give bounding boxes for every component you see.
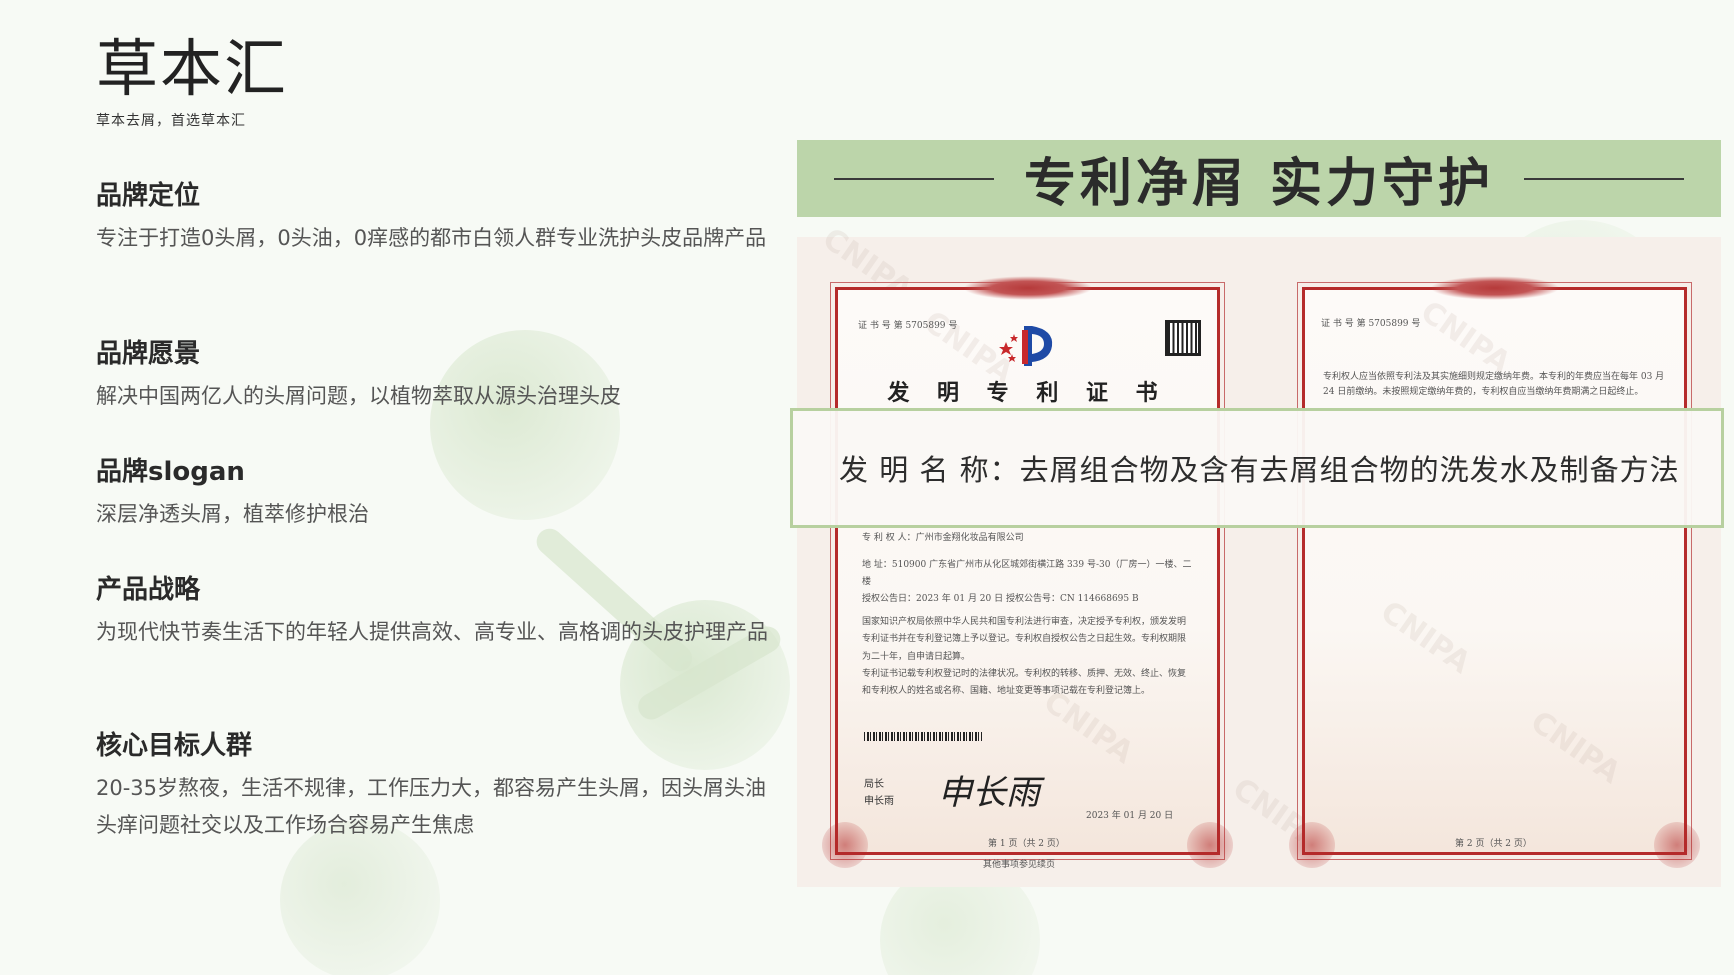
section-heading: 品牌定位 — [96, 181, 201, 211]
section-text: 20-35岁熬夜，生活不规律，工作压力大，都容易产生头屑，因头屑头油头痒问题社交… — [96, 775, 767, 837]
certificate-number: 证 书 号 第 5705899 号 — [1321, 319, 1421, 329]
watermark: CNIPA — [1524, 704, 1627, 791]
certificate-title: 发 明 专 利 证 书 — [887, 380, 1168, 406]
banner-title: 专利净屑 实力守护 — [1023, 154, 1495, 214]
section-text: 深层净透头屑，植萃修护根治 — [96, 501, 369, 526]
section-heading: 产品战略 — [96, 575, 201, 605]
certificate-page-2: CNIPA CNIPA CNIPA 证 书 号 第 5705899 号 专利权人… — [1289, 276, 1700, 868]
qr-code-icon — [1165, 320, 1201, 356]
ornament-top — [962, 276, 1093, 300]
section-product-strategy: 产品战略 为现代快节奏生活下的年轻人提供高效、高专业、高格调的头皮护理产品 — [96, 574, 776, 651]
watermark: CNIPA — [1414, 294, 1517, 381]
certificate-details: 专 利 权 人：广州市金翔化妆品有限公司 地 址：510900 广东省广州市从化… — [862, 530, 1193, 700]
cnipa-emblem-icon — [999, 326, 1053, 366]
page-note: 其他事项参见续页 — [983, 860, 1056, 870]
certificate-body: 国家知识产权局依照中华人民共和国专利法进行审查，决定授予专利权，颁发发明专利证书… — [862, 617, 1187, 662]
invention-name: 发 明 名 称：去屑组合物及含有去屑组合物的洗发水及制备方法 — [839, 453, 1680, 487]
patentee-address: 地 址：510900 广东省广州市从化区城郊街横江路 339 号-30（厂房一）… — [862, 560, 1192, 588]
section-heading: 核心目标人群 — [96, 731, 253, 761]
certificate-number: 证 书 号 第 5705899 号 — [858, 321, 958, 331]
section-text: 为现代快节奏生活下的年轻人提供高效、高专业、高格调的头皮护理产品 — [96, 619, 768, 644]
invention-name-callout: 发 明 名 称：去屑组合物及含有去屑组合物的洗发水及制备方法 — [790, 408, 1724, 528]
certificate-body: 专利证书记载专利权登记时的法律状况。专利权的转移、质押、无效、终止、恢复和专利权… — [862, 668, 1187, 696]
watermark: CNIPA — [1374, 594, 1477, 681]
ornament-corner — [1654, 822, 1700, 868]
brand-logo: 草本汇 草本去屑，首选草本汇 — [96, 38, 288, 130]
page-number: 第 2 页（共 2 页） — [1455, 839, 1532, 849]
ornament-top — [1429, 276, 1560, 300]
section-heading: 品牌愿景 — [96, 339, 201, 369]
patent-banner: 专利净屑 实力守护 — [797, 140, 1721, 217]
section-heading: 品牌slogan — [96, 457, 245, 487]
section-target-audience: 核心目标人群 20-35岁熬夜，生活不规律，工作压力大，都容易产生头屑，因头屑头… — [96, 730, 776, 843]
issue-date: 2023 年 01 月 20 日 — [1086, 811, 1174, 821]
barcode-icon — [864, 732, 982, 741]
grant-dates: 授权公告日：2023 年 01 月 20 日 授权公告号：CN 11466869… — [862, 594, 1139, 605]
section-text: 解决中国两亿人的头屑问题，以植物萃取从源头治理头皮 — [96, 383, 621, 408]
logo-tagline: 草本去屑，首选草本汇 — [96, 113, 246, 129]
section-text: 专注于打造0头屑，0头油，0痒感的都市白领人群专业洗护头皮品牌产品 — [96, 225, 767, 250]
banner-divider — [1524, 177, 1685, 180]
section-brand-slogan: 品牌slogan 深层净透头屑，植萃修护根治 — [96, 456, 776, 533]
ornament-corner — [1187, 822, 1233, 868]
director-name: 申长雨 — [864, 796, 894, 807]
certificate-page-1: CNIPA CNIPA 证 书 号 第 5705899 号 发 明 专 利 证 … — [822, 276, 1233, 868]
patentee: 专 利 权 人：广州市金翔化妆品有限公司 — [862, 533, 1024, 543]
signature: 申长雨 — [938, 773, 1040, 813]
section-brand-vision: 品牌愿景 解决中国两亿人的头屑问题，以植物萃取从源头治理头皮 — [96, 338, 776, 415]
ornament-corner — [1289, 822, 1335, 868]
annual-fee-notice: 专利权人应当依照专利法及其实施细则规定缴纳年费。本专利的年费应当在每年 03 月… — [1323, 372, 1665, 398]
patent-certificate-image: CNIPA CNIPA CNIPA CNIPA 证 书 号 第 5705899 … — [797, 221, 1721, 887]
section-brand-positioning: 品牌定位 专注于打造0头屑，0头油，0痒感的都市白领人群专业洗护头皮品牌产品 — [96, 180, 776, 257]
ornament-corner — [822, 822, 868, 868]
banner-divider — [833, 177, 994, 180]
director-label: 局长 — [864, 779, 884, 790]
logo-name: 草本汇 — [96, 32, 289, 105]
page-number: 第 1 页（共 2 页） — [988, 839, 1065, 849]
